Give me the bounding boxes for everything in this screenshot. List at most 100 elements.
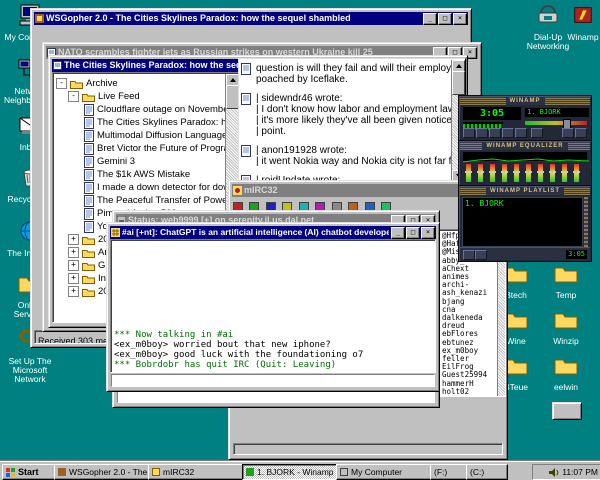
playlist-add-button[interactable] (463, 250, 475, 260)
winamp-pause-button[interactable] (489, 128, 501, 138)
winamp-play-button[interactable] (476, 128, 488, 138)
winamp-eq-titlebar[interactable]: WINAMP EQUALIZER (460, 142, 590, 150)
tree-item[interactable]: Gemini 3 (84, 155, 135, 168)
desktop-icon-winamp[interactable]: Winamp (568, 4, 598, 42)
tree-node-live-feed[interactable]: - Live Feed (68, 90, 140, 103)
expand-icon[interactable]: + (68, 260, 79, 271)
viewer-line: | I don't know how labor and employment … (256, 104, 451, 115)
mirc-channel-window: #ai [+nt]: ChatGPT is an artificial inte… (106, 222, 440, 392)
eq-slider[interactable] (526, 164, 531, 182)
desktop-icon-folder-temp[interactable]: Temp (544, 264, 588, 300)
desktop-icon-label: Winamp (567, 33, 598, 42)
winamp-playlist-window[interactable]: WINAMP PLAYLIST 1. BJORK 3:05 (458, 185, 592, 262)
eq-slider[interactable] (466, 164, 471, 182)
window-title: #ai [+nt]: ChatGPT is an artificial inte… (122, 226, 389, 239)
tree-item[interactable]: The Cities Skylines Paradox: how the seq… (84, 116, 240, 129)
mirc-icon (152, 468, 160, 476)
collapse-icon[interactable]: - (56, 78, 67, 89)
folder-icon (82, 261, 95, 271)
mirc-toolbar[interactable] (233, 199, 393, 209)
folder-icon (70, 79, 83, 89)
start-button[interactable]: Start (2, 464, 58, 480)
playlist-rem-button[interactable] (475, 250, 487, 260)
desktop-icon-dialup[interactable]: Dial-Up Networking (528, 4, 568, 51)
channel-titlebar[interactable]: #ai [+nt]: ChatGPT is an artificial inte… (110, 226, 436, 239)
expand-icon[interactable]: + (68, 273, 79, 284)
playlist-list[interactable]: 1. BJORK (462, 197, 583, 247)
eq-slider[interactable] (478, 164, 483, 182)
eq-slider[interactable] (514, 164, 519, 182)
tree-label: The Peaceful Transfer of Power in Open S… (97, 195, 240, 206)
taskbar-item-winamp[interactable]: 1. BJORK - Winamp (242, 464, 342, 480)
minimize-button[interactable]: _ (423, 13, 437, 25)
window-title: WSGopher 2.0 - The Cities Skylines Parad… (46, 12, 421, 25)
winamp-pl-toggle[interactable] (575, 128, 587, 138)
taskbar-item-my-computer[interactable]: My Computer (336, 464, 436, 480)
winamp-next-button[interactable] (515, 128, 527, 138)
expand-icon[interactable]: + (68, 234, 79, 245)
winamp-eq-window[interactable]: WINAMP EQUALIZER (458, 140, 592, 187)
winamp-main-window[interactable]: WINAMP 3:05 1. BJORK (458, 95, 592, 142)
desktop-icon-label: eelwin (554, 383, 578, 392)
close-button[interactable]: × (421, 227, 435, 239)
winamp-toggles (562, 128, 587, 138)
speaker-icon[interactable] (549, 468, 559, 477)
collapse-icon[interactable]: - (68, 91, 79, 102)
winamp-prev-button[interactable] (463, 128, 475, 138)
desktop-icon-folder-eelwin[interactable]: eelwin (544, 356, 588, 392)
playlist-scrollbar[interactable] (584, 197, 588, 247)
eq-slider[interactable] (574, 164, 579, 182)
expand-icon[interactable]: + (68, 286, 79, 297)
tree-item[interactable]: The Peaceful Transfer of Power in Open S… (84, 194, 240, 207)
playlist-item[interactable]: 1. BJORK (463, 198, 582, 210)
wsgopher-icon (35, 12, 44, 25)
eq-slider[interactable] (490, 164, 495, 182)
tree-node-archive[interactable]: - Archive (56, 77, 118, 90)
eq-slider[interactable] (502, 164, 507, 182)
tree-item[interactable]: Multimodal Diffusion Language Models for… (84, 129, 240, 142)
winamp-eq-toggle[interactable] (562, 128, 574, 138)
tree-item[interactable]: I made a down detector for down detector (84, 181, 240, 194)
viewer-item[interactable]: question is will they fail and will thei… (241, 63, 451, 85)
tree-label: Multimodal Diffusion Language Models for… (97, 130, 240, 141)
taskbar-item-mirc[interactable]: mIRC32 (148, 464, 248, 480)
start-label: Start (18, 467, 39, 477)
winamp-titlebar[interactable]: WINAMP (460, 97, 590, 105)
desktop-icon-folder-winzip[interactable]: Winzip (544, 310, 588, 346)
folder-icon (554, 264, 578, 289)
winamp-eject-button[interactable] (531, 128, 543, 138)
tree-label: The $1k AWS Mistake (97, 169, 190, 180)
desktop-icon-label: Temp (556, 291, 577, 300)
tree-item[interactable]: The $1k AWS Mistake (84, 168, 190, 181)
viewer-item[interactable]: | anon191928 wrote: | it went Nokia way … (241, 145, 451, 167)
winamp-stop-button[interactable] (502, 128, 514, 138)
nick[interactable]: holt02 (442, 388, 504, 396)
eq-slider[interactable] (562, 164, 567, 182)
close-button[interactable]: × (453, 13, 467, 25)
mirc-statusbar (233, 443, 503, 455)
expand-icon[interactable]: + (68, 247, 79, 258)
maximize-button[interactable]: □ (406, 227, 420, 239)
viewer-item[interactable]: | sidewndr46 wrote: | I don't know how l… (241, 93, 451, 137)
document-icon (84, 130, 94, 142)
taskbar-item-wsgopher[interactable]: WSGopher 2.0 - The Cities... (54, 464, 154, 480)
window-title: mIRC32 (244, 184, 457, 197)
document-icon (84, 169, 94, 181)
eq-slider[interactable] (538, 164, 543, 182)
desktop-icon-label: Btech (505, 291, 527, 300)
maximize-button[interactable]: □ (438, 13, 452, 25)
document-icon (84, 143, 94, 155)
eq-slider[interactable] (550, 164, 555, 182)
winamp-volume-slider[interactable] (525, 121, 587, 125)
tree-item[interactable]: Cloudflare outage on November 18, 2025 (84, 103, 240, 116)
tree-item[interactable]: Bret Victor the Future of Programming (2… (84, 142, 240, 155)
document-icon (241, 93, 251, 105)
viewer-line: | it's more likely they've all been give… (256, 115, 451, 126)
winamp-playlist-titlebar[interactable]: WINAMP PLAYLIST (460, 187, 590, 195)
wsgopher-titlebar[interactable]: WSGopher 2.0 - The Cities Skylines Parad… (34, 12, 468, 25)
channel-input[interactable] (111, 374, 435, 387)
minimize-button[interactable]: _ (391, 227, 405, 239)
scroll-thumb[interactable] (452, 71, 465, 95)
taskbar-item-drive-c[interactable]: (C:) (466, 464, 508, 480)
viewer-line: | sidewndr46 wrote: (256, 93, 451, 104)
